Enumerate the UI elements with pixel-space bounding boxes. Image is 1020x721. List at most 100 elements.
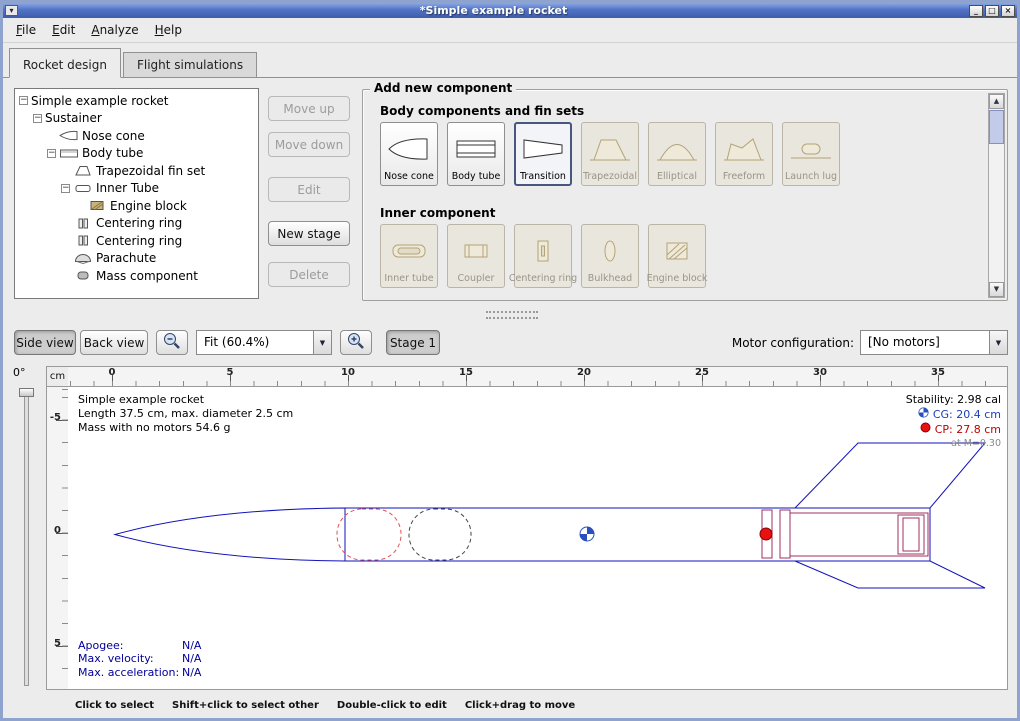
centering-ring-icon [521,229,565,273]
add-bulkhead-button[interactable]: Bulkhead [581,224,639,288]
nose-cone-shape[interactable] [115,508,345,561]
tree-item-body-tube[interactable]: Body tube [82,146,143,160]
component-scrollbar[interactable]: ▲ ▼ [988,93,1005,298]
scrollbar-thumb[interactable] [989,110,1004,144]
tab-rocket-design[interactable]: Rocket design [9,48,121,78]
tree-item-nose-cone[interactable]: Nose cone [82,129,145,143]
app-window: ▾ *Simple example rocket _ □ × File Edit… [0,0,1020,721]
rocket-canvas[interactable]: Simple example rocket Length 37.5 cm, ma… [68,387,1008,690]
new-stage-button[interactable]: New stage [268,221,350,246]
apogee-value: N/A [182,639,201,652]
add-launch-lug-button[interactable]: Launch lug [782,122,840,186]
scroll-up-icon[interactable]: ▲ [989,94,1004,109]
rocket-name: Simple example rocket [78,393,293,407]
expand-handle-icon[interactable]: − [33,114,42,123]
add-inner-tube-button[interactable]: Inner tube [380,224,438,288]
move-up-button[interactable]: Move up [268,96,350,121]
tree-item-inner-tube[interactable]: Inner Tube [96,181,159,195]
add-trapezoidal-fin-button[interactable]: Trapezoidal [581,122,639,186]
inner-component-buttons: Inner tube Coupler Centering ring Bulkhe… [380,224,706,288]
scroll-down-icon[interactable]: ▼ [989,282,1004,297]
stage-1-toggle[interactable]: Stage 1 [386,330,440,355]
ruler-tick-label: 0 [45,525,61,536]
expand-handle-icon[interactable]: − [61,184,70,193]
tree-item-centering-ring-1[interactable]: Centering ring [96,216,182,230]
motor-configuration-label: Motor configuration: [732,336,854,350]
menu-analyze[interactable]: Analyze [83,19,146,41]
add-transition-button[interactable]: Transition [514,122,572,186]
back-view-button[interactable]: Back view [80,330,148,355]
expand-handle-icon[interactable]: − [47,149,56,158]
tree-item-rocket[interactable]: Simple example rocket [31,94,168,108]
motor-configuration-value: [No motors] [861,331,989,354]
launch-lug-icon [789,127,833,171]
ruler-unit-label: cm [46,366,69,387]
apogee-label: Apogee: [78,639,182,653]
body-tube-icon [59,148,79,159]
maximize-button[interactable]: □ [985,5,999,17]
splitter-handle[interactable] [486,317,538,319]
motor-configuration-select[interactable]: [No motors] ▼ [860,330,1008,355]
rocket-mass: Mass with no motors 54.6 g [78,421,293,435]
tree-item-mass-component[interactable]: Mass component [96,269,198,283]
add-coupler-button[interactable]: Coupler [447,224,505,288]
hint-click-drag: Click+drag to move [465,700,575,711]
rotation-slider[interactable] [24,390,29,686]
tree-item-fin-set[interactable]: Trapezoidal fin set [96,164,205,178]
inner-component-label: Inner component [380,206,495,220]
add-body-tube-button[interactable]: Body tube [447,122,505,186]
menu-help[interactable]: Help [147,19,190,41]
body-tube-shape[interactable] [345,508,930,561]
tree-item-engine-block[interactable]: Engine block [110,199,187,213]
expand-handle-icon[interactable]: − [19,96,28,105]
add-engine-block-button[interactable]: Engine block [648,224,706,288]
zoom-select[interactable]: Fit (60.4%) ▼ [196,330,332,355]
minimize-button[interactable]: _ [969,5,983,17]
elliptical-fin-icon [655,127,699,171]
window-controls: _ □ × [969,5,1015,17]
move-down-button[interactable]: Move down [268,132,350,157]
tree-item-centering-ring-2[interactable]: Centering ring [96,234,182,248]
add-elliptical-fin-button[interactable]: Elliptical [648,122,706,186]
menu-file[interactable]: File [8,19,44,41]
zoom-in-button[interactable] [340,330,372,355]
bulkhead-icon [588,229,632,273]
splitter-handle[interactable] [486,311,538,313]
zoom-out-button[interactable] [156,330,188,355]
add-freeform-fin-button[interactable]: Freeform [715,122,773,186]
window-menu-icon[interactable]: ▾ [5,5,18,16]
close-button[interactable]: × [1001,5,1015,17]
trapezoidal-fin-icon [73,165,93,176]
ruler-tick-label: 30 [813,367,827,378]
tab-flight-simulations[interactable]: Flight simulations [123,52,257,77]
coupler-icon [454,229,498,273]
edit-button[interactable]: Edit [268,177,350,202]
tree-row: − Simple example rocket [15,92,258,110]
tree-row: Engine block [15,197,258,215]
freeform-fin-icon [722,127,766,171]
add-component-title: Add new component [370,81,516,95]
add-centering-ring-button[interactable]: Centering ring [514,224,572,288]
parachute-icon [73,253,93,264]
tree-item-sustainer[interactable]: Sustainer [45,111,102,125]
delete-button[interactable]: Delete [268,262,350,287]
fin-upper-shape[interactable] [795,443,985,508]
mach-note: at M=0.30 [906,437,1001,451]
menu-edit[interactable]: Edit [44,19,83,41]
max-acceleration-value: N/A [182,666,201,679]
rotation-slider-handle[interactable] [19,388,34,397]
fin-lower-shape[interactable] [795,561,985,588]
menu-bar: File Edit Analyze Help [3,18,1017,43]
ruler-tick-label: -5 [45,412,61,423]
status-bar: Click to select Shift+click to select ot… [3,693,1017,718]
ruler-tick-label: 0 [109,367,116,378]
tree-row: − Body tube [15,145,258,163]
cp-marker [760,528,772,540]
cg-value: CG: 20.4 cm [933,408,1001,422]
ruler-tick-label: 15 [459,367,473,378]
add-nose-cone-button[interactable]: Nose cone [380,122,438,186]
side-view-button[interactable]: Side view [14,330,76,355]
transition-icon [521,127,565,171]
tree-item-parachute[interactable]: Parachute [96,251,156,265]
stability-info: Stability: 2.98 cal CG: 20.4 cm CP: 27.8… [906,393,1001,451]
